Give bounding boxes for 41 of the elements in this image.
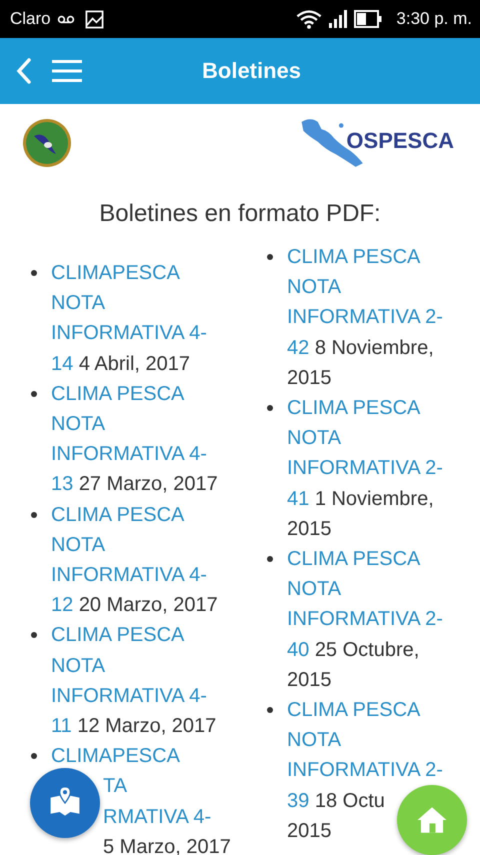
- wifi-icon: [296, 10, 322, 28]
- page-title: Boletines: [202, 58, 302, 84]
- signal-icon: [328, 10, 348, 28]
- bulletin-link[interactable]: INFORMATIVA 2-: [287, 759, 443, 782]
- bulletin-entry[interactable]: CLIMAPESCA NOTA INFORMATIVA 4-14 4 Abril, 2017: [51, 258, 223, 379]
- bulletin-entry[interactable]: CLIMA PESCA NOTA INFORMATIVA 2-42 8 Noviembre, 2015: [287, 242, 459, 394]
- bulletin-link[interactable]: 39: [287, 790, 310, 812]
- bullet-icon: [31, 632, 37, 638]
- bulletin-entry[interactable]: CLIMA PESCA NOTA INFORMATIVA 2-40 25 Octubre, 2015: [287, 544, 459, 696]
- bullet-icon: [31, 390, 37, 397]
- bulletin-date: 2015: [287, 820, 332, 842]
- carrier-name: Claro: [10, 9, 51, 29]
- bulletin-link[interactable]: RMATIVA 4-: [103, 806, 212, 828]
- bulletin-link[interactable]: NOTA: [287, 729, 342, 752]
- clock-time: 3:30 p. m.: [396, 9, 472, 29]
- image-icon: [84, 10, 104, 28]
- bulletin-date: 5 Marzo, 2017: [103, 836, 231, 855]
- bulletin-link[interactable]: CLIMA PESCA: [287, 699, 420, 722]
- bullet-icon: [267, 405, 273, 412]
- bulletin-entry[interactable]: CLIMA PESCA NOTA INFORMATIVA 4-13 27 Marzo, 2017: [51, 378, 223, 500]
- voicemail-icon: [56, 14, 75, 24]
- back-icon[interactable]: [16, 58, 32, 84]
- map-guide-button[interactable]: [30, 768, 100, 838]
- bulletin-link[interactable]: CLIMAPESCA: [51, 745, 180, 768]
- home-button[interactable]: [397, 785, 467, 855]
- bulletin-entry[interactable]: CLIMA PESCA NOTA INFORMATIVA 4-11 12 Marzo, 2017: [51, 620, 223, 742]
- bulletin-link[interactable]: TA: [103, 775, 128, 798]
- bulletin-entry[interactable]: CLIMA PESCA NOTA INFORMATIVA 4-12 20 Marzo, 2017: [51, 500, 223, 620]
- bulletin-entry[interactable]: CLIMA PESCA NOTA INFORMATIVA 2-41 1 Noviembre, 2015: [287, 393, 459, 544]
- bullet-icon: [31, 512, 37, 518]
- emblem-icon: [22, 118, 72, 168]
- section-heading: Boletines en formato PDF:: [98, 200, 382, 228]
- bullet-icon: [267, 254, 273, 260]
- bulletin-date: 18 Octu: [314, 790, 385, 812]
- bullet-icon: [267, 556, 273, 562]
- bullet-icon: [31, 753, 37, 760]
- battery-icon: [354, 10, 382, 28]
- menu-icon[interactable]: [52, 60, 82, 82]
- bullet-icon: [267, 707, 273, 714]
- bullet-icon: [31, 270, 37, 276]
- logo-text: OSPESCA: [346, 128, 454, 154]
